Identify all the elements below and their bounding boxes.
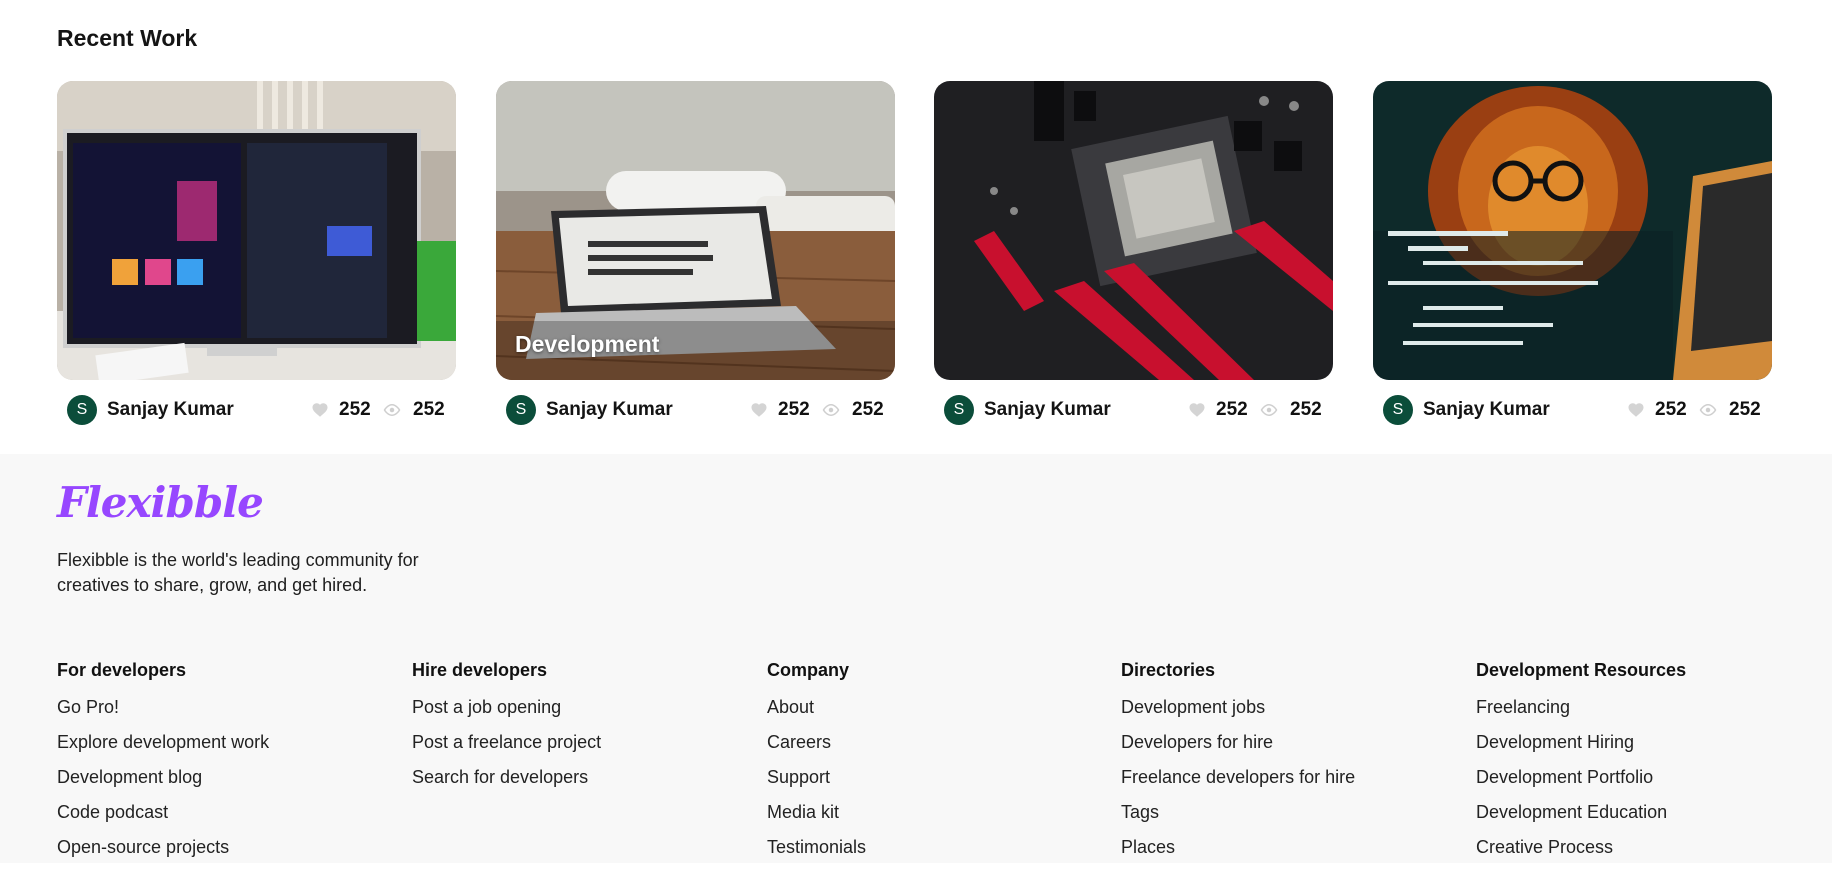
author-name[interactable]: Sanjay Kumar: [546, 399, 673, 421]
footer-column-development-resources: Development Resources Freelancing Develo…: [1476, 660, 1686, 872]
footer-link[interactable]: Freelancing: [1476, 697, 1686, 732]
project-card[interactable]: S Sanjay Kumar 252 252: [1373, 81, 1772, 442]
footer-link[interactable]: Creative Process: [1476, 837, 1686, 872]
heart-icon[interactable]: [750, 401, 768, 419]
footer-link[interactable]: Code podcast: [57, 802, 269, 837]
site-footer: Flexibble Flexibble is the world's leadi…: [0, 454, 1832, 863]
footer-link[interactable]: Development jobs: [1121, 697, 1355, 732]
views-count: 252: [1290, 399, 1322, 420]
footer-link[interactable]: Freelance developers for hire: [1121, 767, 1355, 802]
heart-icon[interactable]: [311, 401, 329, 419]
footer-column-title: Company: [767, 660, 850, 680]
heart-icon[interactable]: [1627, 401, 1645, 419]
eye-icon: [1260, 403, 1278, 417]
eye-icon: [822, 403, 840, 417]
footer-link[interactable]: Open-source projects: [57, 837, 269, 872]
section-title: Recent Work: [57, 25, 198, 51]
views-count: 252: [1729, 399, 1761, 420]
author-name[interactable]: Sanjay Kumar: [1423, 399, 1550, 421]
eye-icon: [1699, 403, 1717, 417]
project-thumbnail[interactable]: Development: [496, 81, 895, 380]
footer-link[interactable]: Search for developers: [412, 767, 601, 802]
footer-link[interactable]: Development blog: [57, 767, 269, 802]
avatar[interactable]: S: [506, 395, 536, 425]
views-count: 252: [852, 399, 884, 420]
footer-link[interactable]: Media kit: [767, 802, 866, 837]
project-card[interactable]: Development S Sanjay Kumar 252 252: [496, 81, 895, 442]
footer-link[interactable]: Careers: [767, 732, 866, 767]
card-meta: S Sanjay Kumar 252 252: [496, 380, 895, 442]
footer-logo[interactable]: Flexibble: [57, 478, 264, 527]
avatar[interactable]: S: [67, 395, 97, 425]
footer-column-for-developers: For developers Go Pro! Explore developme…: [57, 660, 269, 872]
footer-link[interactable]: Development Education: [1476, 802, 1686, 837]
author-name[interactable]: Sanjay Kumar: [107, 399, 234, 421]
author-name[interactable]: Sanjay Kumar: [984, 399, 1111, 421]
footer-link[interactable]: Post a job opening: [412, 697, 601, 732]
footer-column-title: Directories: [1121, 660, 1216, 680]
footer-link[interactable]: Development Portfolio: [1476, 767, 1686, 802]
footer-column-hire-developers: Hire developers Post a job opening Post …: [412, 660, 601, 802]
footer-column-title: For developers: [57, 660, 187, 680]
card-meta: S Sanjay Kumar 252 252: [934, 380, 1333, 442]
footer-link[interactable]: Explore development work: [57, 732, 269, 767]
likes-count: 252: [778, 399, 810, 420]
project-thumbnail[interactable]: [1373, 81, 1772, 380]
avatar[interactable]: S: [944, 395, 974, 425]
project-thumbnail[interactable]: [934, 81, 1333, 380]
project-card[interactable]: S Sanjay Kumar 252 252: [934, 81, 1333, 442]
footer-column-title: Hire developers: [412, 660, 548, 680]
views-count: 252: [413, 399, 445, 420]
footer-column-title: Development Resources: [1476, 660, 1687, 680]
footer-column-directories: Directories Development jobs Developers …: [1121, 660, 1355, 872]
footer-link[interactable]: Places: [1121, 837, 1355, 872]
footer-column-company: Company About Careers Support Media kit …: [767, 660, 866, 872]
eye-icon: [383, 403, 401, 417]
avatar[interactable]: S: [1383, 395, 1413, 425]
footer-link[interactable]: About: [767, 697, 866, 732]
monitor-design-photo: [57, 81, 456, 380]
card-meta: S Sanjay Kumar 252 252: [57, 380, 456, 442]
footer-link[interactable]: Go Pro!: [57, 697, 269, 732]
footer-link[interactable]: Development Hiring: [1476, 732, 1686, 767]
footer-link[interactable]: Post a freelance project: [412, 732, 601, 767]
likes-count: 252: [1655, 399, 1687, 420]
footer-link[interactable]: Tags: [1121, 802, 1355, 837]
footer-tagline: Flexibble is the world's leading communi…: [57, 550, 419, 595]
card-meta: S Sanjay Kumar 252 252: [1373, 380, 1772, 442]
card-overlay-title: Development: [515, 331, 660, 357]
motherboard-photo: [934, 81, 1333, 380]
likes-count: 252: [339, 399, 371, 420]
lion-coder-illustration: [1373, 81, 1772, 380]
recent-work-section: Recent Work S Sanjay Kumar 252 252 Devel…: [0, 0, 1832, 454]
project-card[interactable]: S Sanjay Kumar 252 252: [57, 81, 456, 442]
likes-count: 252: [1216, 399, 1248, 420]
footer-link[interactable]: Developers for hire: [1121, 732, 1355, 767]
footer-link[interactable]: Support: [767, 767, 866, 802]
project-thumbnail[interactable]: [57, 81, 456, 380]
heart-icon[interactable]: [1188, 401, 1206, 419]
footer-link[interactable]: Testimonials: [767, 837, 866, 872]
